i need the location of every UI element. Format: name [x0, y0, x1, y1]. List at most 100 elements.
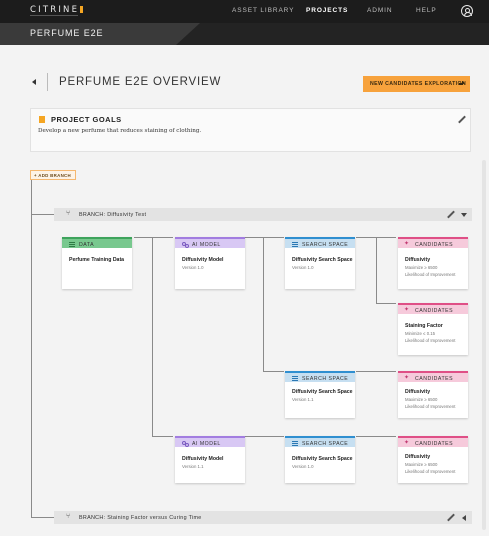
citrine-logo[interactable]: CITRINE [30, 5, 84, 15]
card-version: Version 1.1 [292, 397, 314, 402]
card-objective: Minimize ≤ 0.15 [405, 331, 436, 336]
flow-line [245, 436, 284, 437]
card-type-label: SEARCH SPACE [302, 242, 349, 248]
candidates-card[interactable]: CANDIDATES Staining Factor Minimize ≤ 0.… [398, 303, 468, 355]
user-account-icon[interactable] [461, 5, 473, 17]
flow-line [134, 237, 152, 238]
back-arrow-icon[interactable] [32, 79, 36, 85]
edit-branch-pencil-icon[interactable] [447, 211, 455, 219]
card-title: Diffusivity [405, 389, 431, 395]
branch-icon [66, 512, 73, 521]
branch-bar-diffusivity-test[interactable]: BRANCH: Diffusivity Test [54, 208, 472, 221]
search-space-card[interactable]: SEARCH SPACE Diffusivity Search Space Ve… [285, 237, 355, 289]
sparkle-icon [404, 240, 411, 247]
card-type-label: CANDIDATES [415, 376, 454, 382]
search-space-card[interactable]: SEARCH SPACE Diffusivity Search Space Ve… [285, 371, 355, 418]
card-title: Diffusivity Model [182, 257, 224, 263]
search-space-icon [292, 376, 298, 381]
card-type-label: CANDIDATES [415, 441, 454, 447]
flow-line [263, 371, 284, 372]
project-goals-title: PROJECT GOALS [51, 115, 122, 124]
ai-model-card[interactable]: AI MODEL Diffusivity Model Version 1.0 [175, 237, 245, 289]
ai-model-icon [182, 242, 189, 248]
branch-1-connector [31, 214, 54, 215]
project-goals-card: PROJECT GOALS Develop a new perfume that… [30, 108, 471, 152]
card-type-label: DATA [79, 242, 95, 248]
logo-underline [30, 15, 78, 17]
card-title: Perfume Training Data [69, 257, 125, 263]
card-score: Likelihood of Improvement [405, 469, 456, 474]
card-title: Diffusivity Model [182, 456, 224, 462]
card-objective: Maximize ≥ 6500 [405, 397, 438, 402]
branch-2-name: Staining Factor versus Curing Time [107, 515, 202, 521]
sparkle-icon [404, 439, 411, 446]
flow-line [152, 237, 173, 238]
project-goals-text: Develop a new perfume that reduces stain… [38, 128, 202, 134]
search-space-icon [292, 441, 298, 446]
candidates-card[interactable]: CANDIDATES Diffusivity Maximize ≥ 6500 L… [398, 371, 468, 418]
flow-line [356, 237, 376, 238]
branch-2-connector [31, 517, 54, 518]
search-space-icon [292, 242, 298, 247]
branch-2-prefix: BRANCH: [79, 515, 106, 521]
card-version: Version 1.0 [292, 265, 314, 270]
nav-asset-library[interactable]: ASSET LIBRARY [232, 7, 294, 14]
candidates-card[interactable]: CANDIDATES Diffusivity Maximize ≥ 6500 L… [398, 436, 468, 483]
table-icon [69, 242, 75, 247]
ai-model-card[interactable]: AI MODEL Diffusivity Model Version 1.1 [175, 436, 245, 483]
card-version: Version 1.0 [292, 464, 314, 469]
project-name: PERFUME E2E [30, 28, 104, 38]
branch-icon [66, 209, 73, 218]
flow-line [356, 371, 396, 372]
data-card[interactable]: DATA Perfume Training Data [62, 237, 132, 289]
flow-line [263, 237, 284, 238]
candidates-card[interactable]: CANDIDATES Diffusivity Maximize ≥ 6500 L… [398, 237, 468, 289]
flow-line [376, 237, 396, 238]
header-divider [47, 73, 48, 91]
ai-model-icon [182, 441, 189, 447]
card-version: Version 1.1 [182, 464, 204, 469]
card-objective: Maximize ≥ 6500 [405, 265, 438, 270]
card-type-label: CANDIDATES [415, 308, 454, 314]
flow-line [152, 436, 173, 437]
sparkle-icon [404, 374, 411, 381]
card-title: Diffusivity Search Space [292, 257, 353, 263]
branch-1-name: Diffusivity Test [107, 212, 147, 218]
add-branch-button[interactable]: + ADD BRANCH [30, 170, 76, 180]
card-version: Version 1.0 [182, 265, 204, 270]
scrollbar[interactable] [482, 160, 486, 530]
card-type-label: AI MODEL [192, 441, 221, 447]
search-space-card[interactable]: SEARCH SPACE Diffusivity Search Space Ve… [285, 436, 355, 483]
arrow-right-icon [459, 81, 465, 86]
flow-line [376, 303, 396, 304]
card-type-label: CANDIDATES [415, 242, 454, 248]
new-candidates-exploration-button[interactable]: NEW CANDIDATES EXPLORATION [363, 76, 470, 92]
card-score: Likelihood of Improvement [405, 272, 456, 277]
flow-line [245, 237, 263, 238]
sparkle-icon [404, 306, 411, 313]
page-title: PERFUME E2E OVERVIEW [59, 76, 222, 88]
card-title: Staining Factor [405, 323, 443, 329]
collapse-caret-down-icon[interactable] [461, 213, 467, 217]
card-title: Diffusivity [405, 257, 431, 263]
branch-1-label: BRANCH: Diffusivity Test [79, 212, 146, 218]
card-title: Diffusivity Search Space [292, 389, 353, 395]
card-type-label: SEARCH SPACE [302, 441, 349, 447]
expand-caret-left-icon[interactable] [462, 515, 466, 521]
flow-line [376, 237, 377, 303]
card-title: Diffusivity Search Space [292, 456, 353, 462]
branch-bar-staining-factor[interactable]: BRANCH: Staining Factor versus Curing Ti… [54, 511, 472, 524]
nav-admin[interactable]: ADMIN [367, 7, 392, 14]
nav-projects[interactable]: PROJECTS [306, 7, 348, 14]
edit-goals-pencil-icon[interactable] [458, 116, 466, 124]
edit-branch-pencil-icon[interactable] [447, 514, 455, 522]
flow-line [356, 436, 396, 437]
flow-line [263, 237, 264, 371]
branch-1-prefix: BRANCH: [79, 212, 106, 218]
card-type-label: AI MODEL [192, 242, 221, 248]
flag-icon [39, 116, 45, 123]
branch-tree-trunk [31, 180, 32, 517]
card-title: Diffusivity [405, 454, 431, 460]
nav-help[interactable]: HELP [416, 7, 437, 14]
flow-line [152, 237, 153, 436]
